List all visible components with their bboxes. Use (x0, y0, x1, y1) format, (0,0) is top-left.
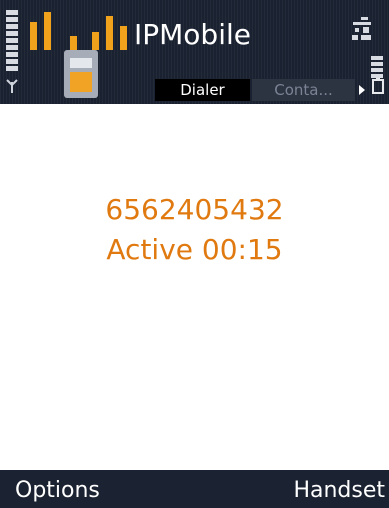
call-status: Active 00:15 (106, 233, 283, 266)
battery-level-bars (371, 56, 383, 78)
options-softkey[interactable]: Options (15, 476, 100, 506)
antenna-icon (5, 78, 19, 94)
phone-screen: IPMobile Dialer Conta... 6562405432 Acti… (0, 0, 389, 508)
tab-dialer[interactable]: Dialer (155, 79, 250, 101)
call-number: 6562405432 (105, 193, 284, 226)
network-connectivity-icon (349, 16, 375, 42)
app-icon (64, 50, 98, 98)
tab-scroll-arrow-icon[interactable] (357, 80, 367, 100)
call-view: 6562405432 Active 00:15 (0, 104, 389, 470)
handset-softkey[interactable]: Handset (293, 476, 385, 506)
app-title: IPMobile (134, 18, 251, 51)
app-logo (30, 8, 140, 50)
status-pane: IPMobile Dialer Conta... (0, 0, 389, 104)
tab-contacts[interactable]: Conta... (252, 79, 355, 101)
signal-strength-icon (6, 10, 18, 76)
battery-icon (372, 78, 384, 94)
softkey-bar: Options Handset (0, 470, 389, 508)
tab-bar: Dialer Conta... (155, 79, 355, 101)
